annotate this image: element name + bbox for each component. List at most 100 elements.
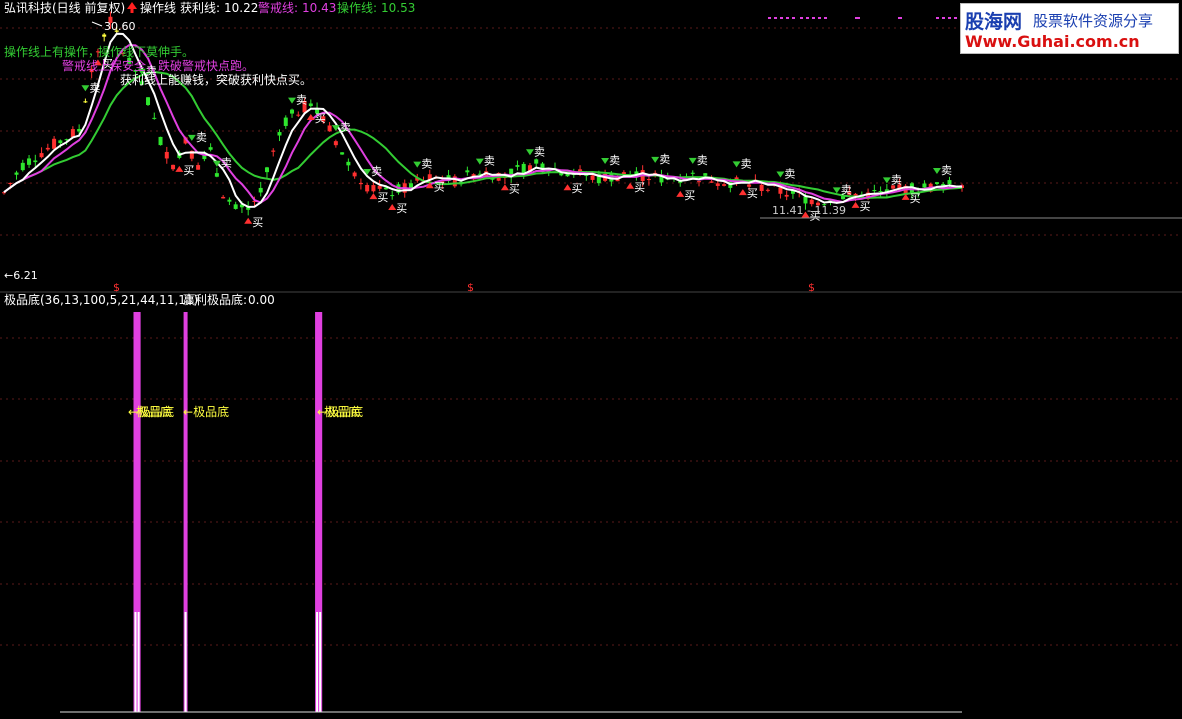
logo-cn: 股海网 — [965, 11, 1023, 33]
op-value: 10.53 — [381, 1, 415, 15]
candle-body — [214, 173, 219, 177]
annotation-line1b: 操作线下莫伸手。 — [98, 44, 194, 59]
sell-label: 卖 — [421, 158, 432, 171]
candle-body — [221, 196, 226, 199]
sell-arrow-icon — [688, 157, 697, 164]
candle-body — [340, 152, 345, 155]
candle-body — [146, 97, 151, 106]
sell-label: 卖 — [484, 155, 495, 168]
sell-label: 卖 — [841, 183, 852, 196]
signal-bars — [133, 312, 323, 712]
candle-body — [853, 193, 858, 196]
candle-body — [290, 109, 295, 114]
sell-label: 卖 — [891, 173, 902, 186]
logo-slogan: 股票软件资源分享 — [1033, 12, 1154, 30]
candle-body — [14, 172, 19, 175]
buy-label: 买 — [860, 200, 871, 213]
warn-label: 警戒线: — [258, 0, 298, 15]
warn-value: 10.43 — [302, 1, 336, 15]
candle-body — [164, 151, 169, 159]
signal-bar-core — [319, 612, 322, 712]
high-pointer — [91, 21, 103, 27]
candle-body — [878, 191, 883, 193]
signal-label: 极品底 — [324, 404, 360, 419]
sell-label: 卖 — [296, 94, 307, 107]
buy-label: 买 — [434, 180, 445, 193]
candle-body — [346, 161, 351, 166]
buy-arrow-icon — [738, 189, 747, 196]
sell-label: 卖 — [741, 157, 752, 170]
candle-body — [465, 170, 470, 173]
buy-label: 买 — [396, 202, 407, 215]
sell-arrow-icon — [882, 177, 891, 184]
sell-label: 卖 — [371, 165, 382, 178]
signal-bar-core — [134, 612, 137, 712]
sell-label: 卖 — [196, 131, 207, 144]
candle-body — [158, 136, 163, 146]
candle-body — [70, 129, 75, 138]
buy-label: 买 — [572, 182, 583, 195]
buy-arrow-icon — [851, 201, 860, 208]
buy-arrow-icon — [500, 184, 509, 191]
candle-body — [778, 187, 783, 194]
candle-body — [20, 162, 25, 171]
candles — [2, 11, 964, 216]
candle-body — [377, 185, 382, 189]
sell-arrow-icon — [832, 187, 841, 194]
annotation-line2: 警戒线上保安全，跌破警戒快点跑。 — [62, 58, 254, 73]
candle-body — [371, 185, 376, 192]
candle-body — [45, 147, 50, 150]
buy-arrow-icon — [369, 193, 378, 200]
candle-body — [515, 165, 520, 167]
candle-body — [703, 173, 708, 176]
candle-body — [947, 180, 952, 185]
range-label: 11.41 - 11.39 — [772, 204, 846, 217]
candle-body — [277, 132, 282, 136]
candle-body — [784, 194, 789, 197]
buy-arrow-icon — [676, 190, 685, 197]
price-grid — [0, 27, 1182, 646]
sell-arrow-icon — [413, 161, 422, 168]
candle-body — [264, 167, 269, 173]
candle-body — [803, 196, 808, 204]
candle-body — [8, 182, 13, 184]
high-label: 30.60 — [104, 20, 136, 33]
sell-label: 卖 — [941, 164, 952, 177]
indicator-title: 极品底(36,13,100,5,21,44,11,11) — [4, 292, 198, 307]
buy-arrow-icon — [626, 182, 635, 189]
annotation-line1a: 操作线上有操作， — [4, 44, 100, 59]
sell-label: 卖 — [609, 154, 620, 167]
candle-body — [590, 175, 595, 180]
sell-arrow-icon — [601, 157, 610, 164]
candle-body — [358, 182, 363, 185]
signal-label: 极品底 — [136, 404, 172, 419]
candle-body — [196, 165, 201, 170]
candle-body — [52, 138, 57, 149]
candle-body — [171, 164, 176, 170]
candle-body — [765, 189, 770, 191]
buy-label: 买 — [684, 189, 695, 202]
signal-bar-core — [316, 612, 319, 712]
signal-label: ←极品底 — [183, 404, 229, 419]
op-line-name: 操作线 — [140, 0, 176, 15]
candle-body — [934, 182, 939, 184]
buy-arrow-icon — [388, 204, 397, 211]
buy-label: 买 — [747, 187, 758, 200]
candle-body — [27, 158, 32, 165]
buy-label: 买 — [509, 182, 520, 195]
sell-arrow-icon — [187, 134, 196, 141]
annotation-line3: 获利线上能赚钱，突破获利快点买。 — [120, 72, 312, 87]
sell-label: 卖 — [340, 121, 351, 134]
candle-body — [283, 117, 288, 126]
sell-arrow-icon — [732, 161, 741, 168]
candle-body — [715, 183, 720, 186]
candle-body — [646, 179, 651, 181]
site-logo: 股海网 股票软件资源分享 Www.Guhai.com.cn — [960, 3, 1179, 54]
sell-label: 卖 — [89, 81, 100, 94]
red-up-arrow-icon — [127, 2, 137, 13]
candle-body — [258, 187, 263, 193]
chart-canvas: 卖卖卖卖卖卖卖卖 卖卖卖卖卖卖卖卖卖卖买买买买买买买买买买买 买买买买 弘讯科技(日… — [0, 0, 1182, 713]
sell-label: 卖 — [659, 153, 670, 166]
buy-label: 买 — [377, 191, 388, 204]
indicator-sub-label: 赢利极品底: — [183, 292, 247, 307]
